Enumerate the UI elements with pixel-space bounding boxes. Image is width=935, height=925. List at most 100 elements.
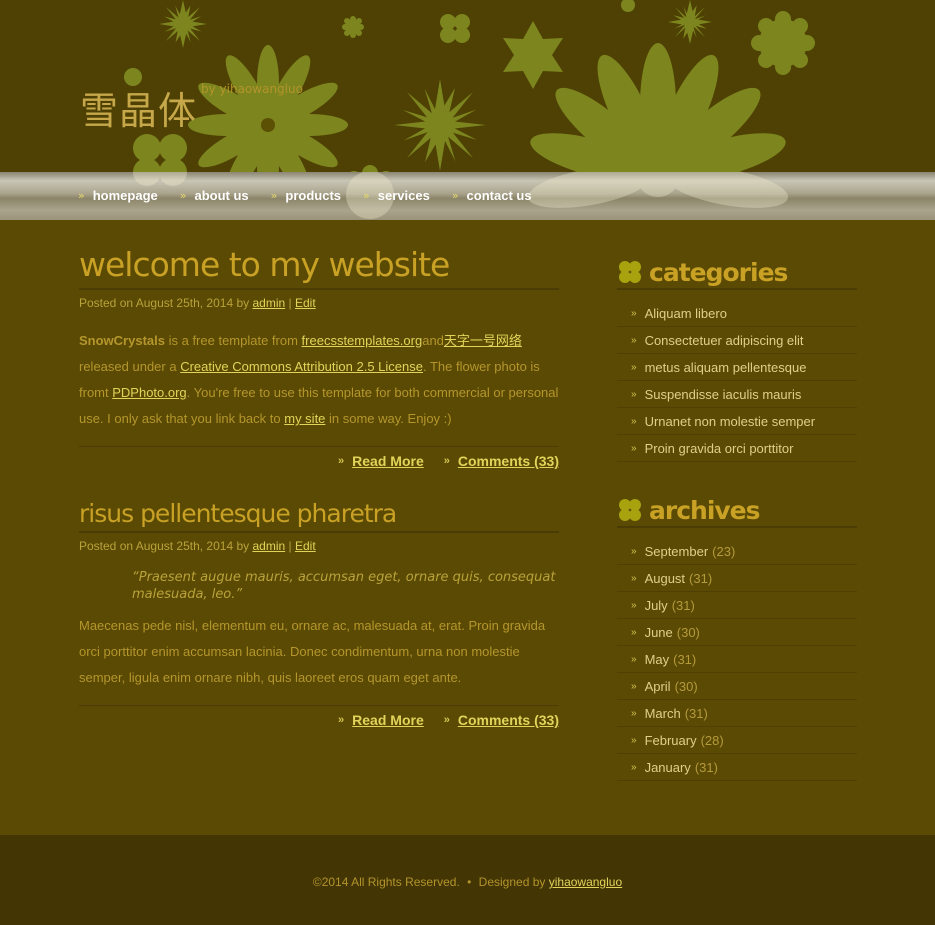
double-arrow-icon: » bbox=[631, 388, 637, 400]
comments[interactable]: » Comments (33) bbox=[444, 453, 559, 469]
double-arrow-icon: » bbox=[631, 761, 637, 773]
menu-item-products[interactable]: » products bbox=[271, 188, 341, 203]
list-item[interactable]: » Suspendisse iaculis mauris bbox=[617, 381, 857, 408]
archive-link[interactable]: July bbox=[645, 598, 668, 613]
archive-link[interactable]: February bbox=[645, 733, 697, 748]
menu-item-homepage[interactable]: » homepage bbox=[78, 188, 158, 203]
comments[interactable]: » Comments (33) bbox=[444, 712, 559, 728]
archives-title-text: archives bbox=[649, 495, 761, 525]
footer-bullet: • bbox=[467, 875, 472, 889]
list-item[interactable]: » Urnanet non molestie semper bbox=[617, 408, 857, 435]
list-item[interactable]: » Proin gravida orci porttitor bbox=[617, 435, 857, 462]
archives-list: » September (23) » August (31) » July (31) » Ju… bbox=[617, 538, 857, 781]
post-date: Posted on August 25th, 2014 by bbox=[79, 296, 250, 310]
menu-link[interactable]: about us bbox=[194, 188, 248, 203]
list-item[interactable]: » June (30) bbox=[617, 619, 857, 646]
menu-item-services[interactable]: » services bbox=[363, 188, 430, 203]
read-more[interactable]: » Read More bbox=[338, 453, 424, 469]
comments-link[interactable]: Comments (33) bbox=[458, 453, 559, 469]
category-link[interactable]: Aliquam libero bbox=[645, 306, 727, 321]
sidebar: categories » Aliquam libero » Consectetuer… bbox=[617, 256, 857, 813]
double-arrow-icon: » bbox=[631, 442, 637, 454]
designer-link[interactable]: yihaowangluo bbox=[549, 875, 622, 889]
post-paragraph: Maecenas pede nisl, elementum eu, ornare… bbox=[79, 618, 546, 685]
double-arrow-icon: » bbox=[631, 734, 637, 746]
author-link[interactable]: admin bbox=[252, 539, 285, 553]
archive-count: (30) bbox=[674, 678, 698, 694]
categories-block: categories » Aliquam libero » Consectetuer… bbox=[617, 256, 857, 462]
list-item[interactable]: » August (31) bbox=[617, 565, 857, 592]
site-logo[interactable]: 雪晶体 bbox=[80, 80, 197, 135]
menu-link[interactable]: contact us bbox=[467, 188, 532, 203]
menu-item-about-us[interactable]: » about us bbox=[180, 188, 249, 203]
archive-link[interactable]: August bbox=[645, 571, 685, 586]
archive-link[interactable]: March bbox=[645, 706, 681, 721]
author-link[interactable]: admin bbox=[252, 296, 285, 310]
list-item[interactable]: » metus aliquam pellentesque bbox=[617, 354, 857, 381]
text: released under a bbox=[79, 359, 181, 374]
archive-link[interactable]: January bbox=[645, 760, 691, 775]
read-more-link[interactable]: Read More bbox=[352, 453, 424, 469]
post-quote: “Praesent augue mauris, accumsan eget, o… bbox=[132, 570, 556, 602]
post-meta: Posted on August 25th, 2014 by admin | E… bbox=[79, 296, 559, 310]
double-arrow-icon: » bbox=[451, 189, 459, 202]
clover-icon bbox=[619, 499, 641, 521]
list-item[interactable]: » April (30) bbox=[617, 673, 857, 700]
archive-link[interactable]: June bbox=[645, 625, 673, 640]
double-arrow-icon: » bbox=[631, 307, 637, 319]
category-link[interactable]: metus aliquam pellentesque bbox=[645, 360, 807, 375]
list-item[interactable]: » March (31) bbox=[617, 700, 857, 727]
menu-link[interactable]: services bbox=[378, 188, 430, 203]
comments-link[interactable]: Comments (33) bbox=[458, 712, 559, 728]
brand-name: SnowCrystals bbox=[79, 333, 165, 348]
archive-count: (28) bbox=[700, 732, 724, 748]
category-link[interactable]: Suspendisse iaculis mauris bbox=[645, 387, 802, 402]
archive-link[interactable]: September bbox=[645, 544, 709, 559]
archives-title: archives bbox=[617, 494, 857, 528]
post-entry: SnowCrystals is a free template from fre… bbox=[79, 328, 559, 432]
double-arrow-icon: » bbox=[631, 653, 637, 665]
double-arrow-icon: » bbox=[179, 189, 187, 202]
read-more[interactable]: » Read More bbox=[338, 712, 424, 728]
list-item[interactable]: » May (31) bbox=[617, 646, 857, 673]
archive-link[interactable]: May bbox=[645, 652, 670, 667]
category-link[interactable]: Consectetuer adipiscing elit bbox=[645, 333, 804, 348]
list-item[interactable]: » Aliquam libero bbox=[617, 300, 857, 327]
read-more-link[interactable]: Read More bbox=[352, 712, 424, 728]
category-link[interactable]: Proin gravida orci porttitor bbox=[645, 441, 794, 456]
menu-item-contact-us[interactable]: » contact us bbox=[452, 188, 532, 203]
menu-link[interactable]: homepage bbox=[93, 188, 158, 203]
edit-link[interactable]: Edit bbox=[295, 296, 316, 310]
archive-link[interactable]: April bbox=[645, 679, 671, 694]
double-arrow-icon: » bbox=[631, 415, 637, 427]
list-item[interactable]: » January (31) bbox=[617, 754, 857, 781]
list-item[interactable]: » Consectetuer adipiscing elit bbox=[617, 327, 857, 354]
content: welcome to my website Posted on August 2… bbox=[79, 244, 559, 752]
pdphoto-link[interactable]: PDPhoto.org bbox=[112, 385, 186, 400]
post: welcome to my website Posted on August 2… bbox=[79, 244, 559, 469]
freecsstemplates-link[interactable]: freecsstemplates.org bbox=[302, 333, 423, 348]
double-arrow-icon: » bbox=[631, 626, 637, 638]
edit-link[interactable]: Edit bbox=[295, 539, 316, 553]
text: and bbox=[422, 333, 444, 348]
archive-count: (30) bbox=[676, 624, 700, 640]
post-title[interactable]: welcome to my website bbox=[79, 244, 559, 290]
license-link[interactable]: Creative Commons Attribution 2.5 License bbox=[180, 359, 423, 374]
list-item[interactable]: » September (23) bbox=[617, 538, 857, 565]
list-item[interactable]: » July (31) bbox=[617, 592, 857, 619]
post-title-text[interactable]: welcome to my website bbox=[79, 245, 450, 284]
post-title-text[interactable]: risus pellentesque pharetra bbox=[79, 499, 397, 528]
double-arrow-icon: » bbox=[338, 455, 345, 467]
menu-link[interactable]: products bbox=[285, 188, 341, 203]
tianzi-link[interactable]: 天字一号网络 bbox=[444, 333, 522, 348]
double-arrow-icon: » bbox=[631, 680, 637, 692]
post-links: » Read More » Comments (33) bbox=[79, 446, 559, 469]
post-meta: Posted on August 25th, 2014 by admin | E… bbox=[79, 539, 559, 553]
post-title[interactable]: risus pellentesque pharetra bbox=[79, 499, 559, 533]
double-arrow-icon: » bbox=[631, 707, 637, 719]
category-link[interactable]: Urnanet non molestie semper bbox=[645, 414, 816, 429]
my-site-link[interactable]: my site bbox=[284, 411, 325, 426]
menu-list: » homepage » about us » products » services … bbox=[78, 188, 554, 203]
copyright-text: ©2014 All Rights Reserved. bbox=[312, 875, 460, 889]
list-item[interactable]: » February (28) bbox=[617, 727, 857, 754]
